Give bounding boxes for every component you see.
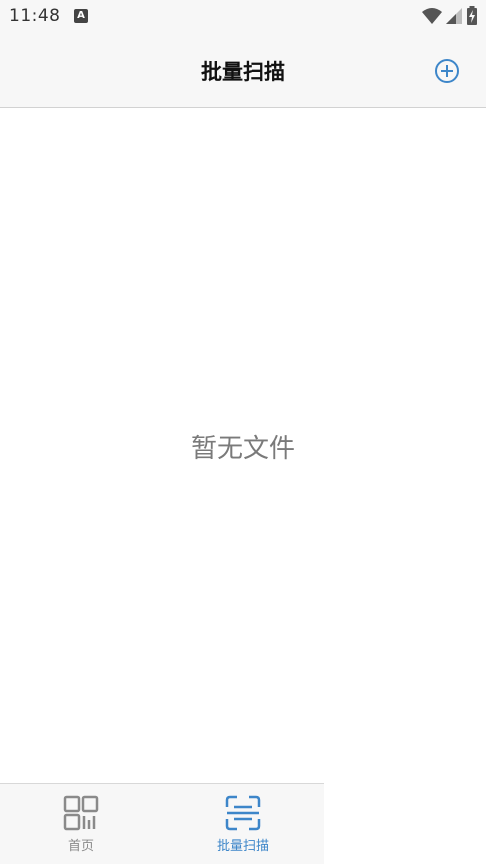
tab-batch-scan[interactable]: 批量扫描 (162, 784, 324, 865)
page-title: 批量扫描 (201, 60, 285, 84)
signal-icon (446, 8, 462, 24)
header: 批量扫描 (0, 34, 486, 108)
wifi-icon (422, 8, 442, 24)
tab-batch-scan-label: 批量扫描 (216, 839, 269, 854)
scan-icon (225, 795, 261, 831)
qr-code-icon (63, 795, 99, 831)
status-bar: 11:48 A (0, 0, 486, 34)
tab-bar: 首页 批量扫描 (0, 783, 324, 864)
empty-state-text: 暂无文件 (190, 434, 295, 464)
add-circle-icon[interactable] (434, 58, 460, 84)
status-time: 11:48 (9, 6, 61, 26)
status-icons (422, 6, 478, 26)
notification-badge: A (74, 9, 88, 23)
tab-home[interactable]: 首页 (0, 784, 162, 865)
tab-home-label: 首页 (67, 839, 94, 854)
battery-charging-icon (467, 6, 477, 25)
